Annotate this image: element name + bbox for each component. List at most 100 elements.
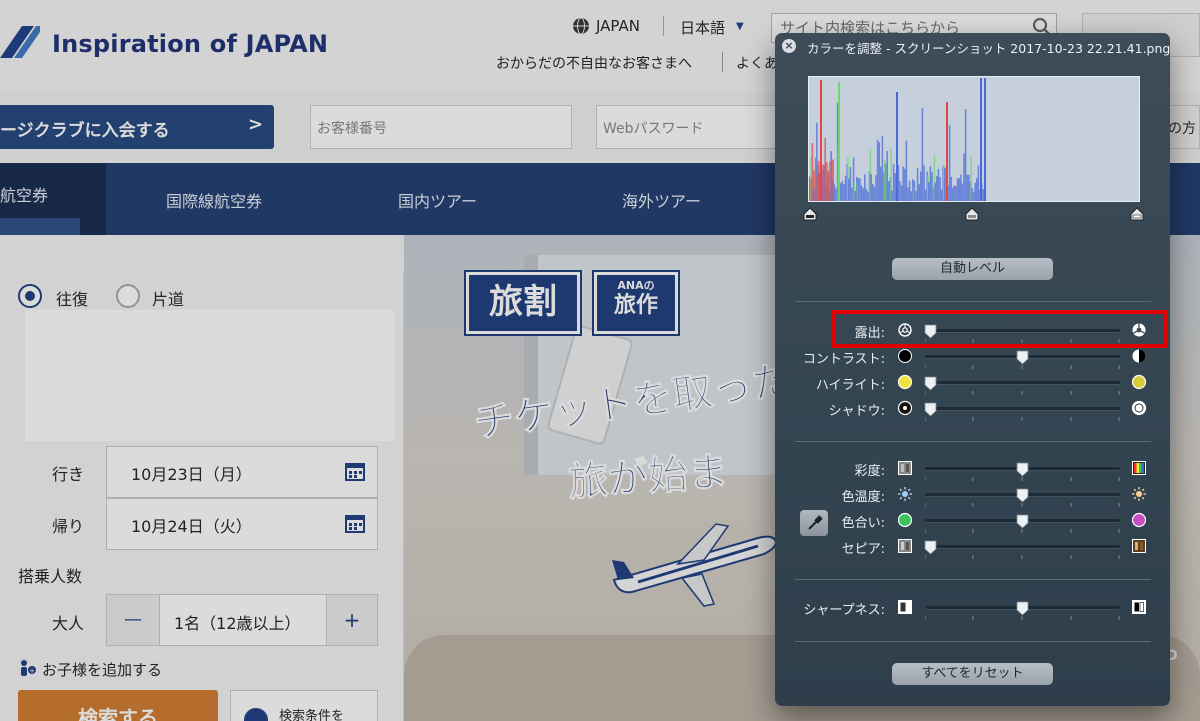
- histogram-blue-bin: [854, 190, 856, 202]
- highlights-min-icon[interactable]: [897, 374, 913, 390]
- black-level-handle[interactable]: [803, 207, 817, 221]
- sepia-label: セピア:: [841, 542, 885, 557]
- temperature-max-icon[interactable]: [1131, 486, 1147, 502]
- white-level-handle[interactable]: [1130, 207, 1144, 221]
- histogram-blue-bin: [916, 168, 919, 202]
- histogram-blue-bin: [937, 168, 940, 202]
- sharpness-label: シャープネス:: [803, 603, 885, 618]
- histogram-blue-bin: [844, 175, 847, 202]
- sepia-slider-track[interactable]: [925, 545, 1120, 548]
- panel-titlebar[interactable]: × カラーを調整 - スクリーンショット 2017-10-23 22.21.41…: [775, 33, 1170, 59]
- histogram-blue-bin: [915, 191, 917, 202]
- histogram-blue-bin: [843, 184, 845, 202]
- histogram-blue-bin: [958, 178, 960, 202]
- histogram-blue-bin: [950, 176, 952, 202]
- shadows-slider-track[interactable]: [925, 407, 1120, 410]
- histogram-blue-bin: [840, 182, 842, 202]
- highlights-max-icon[interactable]: [1131, 374, 1147, 390]
- histogram-blue-bin: [907, 187, 909, 202]
- shadows-slider-thumb[interactable]: [924, 402, 937, 417]
- tint-min-icon[interactable]: [897, 512, 913, 528]
- sepia-max-icon[interactable]: [1131, 538, 1147, 554]
- sepia-min-icon[interactable]: [897, 538, 913, 554]
- temperature-slider-thumb[interactable]: [1016, 488, 1029, 503]
- histogram-blue-bin: [867, 191, 869, 202]
- histogram-blue-bin: [851, 187, 853, 202]
- histogram-blue-bin: [977, 165, 980, 202]
- histogram-blue-bin: [972, 191, 975, 202]
- histogram-blue-bin: [964, 109, 967, 202]
- histogram-blue-bin: [859, 178, 861, 202]
- sepia-slider-ticks: [925, 555, 1120, 559]
- histogram-blue-bin: [880, 166, 882, 202]
- histogram-blue-bin: [923, 165, 925, 202]
- panel-divider: [795, 579, 1151, 580]
- saturation-slider-ticks: [925, 477, 1120, 481]
- panel-title: カラーを調整 - スクリーンショット 2017-10-23 22.21.41.p…: [807, 41, 1170, 56]
- sharpness-slider-thumb[interactable]: [1016, 601, 1029, 616]
- histogram-blue-bin: [940, 189, 943, 202]
- close-button[interactable]: ×: [782, 39, 796, 53]
- histogram-blue-bin: [966, 174, 968, 202]
- histogram-blue-bin: [904, 168, 906, 202]
- adjust-color-panel: × カラーを調整 - スクリーンショット 2017-10-23 22.21.41…: [775, 33, 1170, 706]
- histogram-blue-bin: [963, 153, 965, 202]
- histogram-blue-bin: [956, 178, 959, 202]
- histogram-blue-bin: [905, 140, 908, 202]
- saturation-min-icon[interactable]: [897, 460, 913, 476]
- histogram-blue-bin: [857, 178, 860, 202]
- histogram-blue-bin: [862, 188, 864, 202]
- histogram-blue-bin: [928, 182, 930, 202]
- histogram-blue-bin: [948, 125, 951, 202]
- histogram-blue-bin: [929, 166, 932, 202]
- histogram-peak-bin: [946, 102, 948, 202]
- contrast-label: コントラスト:: [802, 352, 885, 367]
- histogram-blue-bin: [971, 187, 973, 202]
- histogram-blue-bin: [913, 180, 916, 202]
- auto-levels-button[interactable]: 自動レベル: [892, 258, 1053, 280]
- saturation-slider-thumb[interactable]: [1016, 462, 1029, 477]
- reset-all-button[interactable]: すべてをリセット: [892, 663, 1053, 685]
- midtone-level-handle[interactable]: [965, 207, 979, 221]
- histogram-blue-bin: [835, 188, 837, 202]
- temperature-label: 色温度:: [841, 490, 885, 505]
- shadows-label: シャドウ:: [828, 404, 885, 419]
- histogram-blue-bin: [886, 151, 888, 202]
- highlights-slider-track[interactable]: [925, 381, 1120, 384]
- tint-slider-thumb[interactable]: [1016, 514, 1029, 529]
- panel-divider: [795, 441, 1151, 442]
- highlights-label: ハイライト:: [815, 378, 885, 393]
- histogram-blue-bin: [952, 187, 954, 202]
- saturation-label: 彩度:: [854, 464, 885, 479]
- sepia-slider-thumb[interactable]: [924, 540, 937, 555]
- histogram-blue-bin: [892, 164, 895, 202]
- temperature-min-icon[interactable]: [897, 486, 913, 502]
- histogram-blue-bin: [833, 184, 836, 202]
- histogram-blue-bin: [974, 182, 976, 202]
- histogram-peak-bin: [838, 82, 840, 202]
- levels-histogram[interactable]: [808, 76, 1140, 202]
- contrast-slider-ticks: [925, 365, 1120, 369]
- temperature-slider-ticks: [925, 503, 1120, 507]
- histogram-blue-bin: [939, 177, 941, 202]
- histogram-blue-bin: [864, 174, 866, 202]
- histogram-blue-bin: [936, 176, 938, 202]
- saturation-max-icon[interactable]: [1131, 460, 1147, 476]
- histogram-blue-bin: [891, 190, 893, 202]
- histogram-blue-bin: [944, 167, 946, 202]
- histogram-blue-bin: [961, 183, 964, 202]
- shadows-min-icon[interactable]: [897, 400, 913, 416]
- highlights-slider-thumb[interactable]: [924, 376, 937, 391]
- shadows-max-icon[interactable]: [1131, 400, 1147, 416]
- histogram-blue-bin: [921, 108, 924, 202]
- histogram-blue-bin: [910, 191, 912, 202]
- contrast-max-icon[interactable]: [1131, 348, 1147, 364]
- contrast-slider-thumb[interactable]: [1016, 350, 1029, 365]
- histogram-blue-bin: [872, 184, 874, 202]
- tint-max-icon[interactable]: [1131, 512, 1147, 528]
- sharpness-min-icon[interactable]: [897, 599, 913, 615]
- histogram-blue-bin: [860, 185, 863, 202]
- histogram-blue-bin: [924, 189, 927, 202]
- contrast-min-icon[interactable]: [897, 348, 913, 364]
- sharpness-max-icon[interactable]: [1131, 599, 1147, 615]
